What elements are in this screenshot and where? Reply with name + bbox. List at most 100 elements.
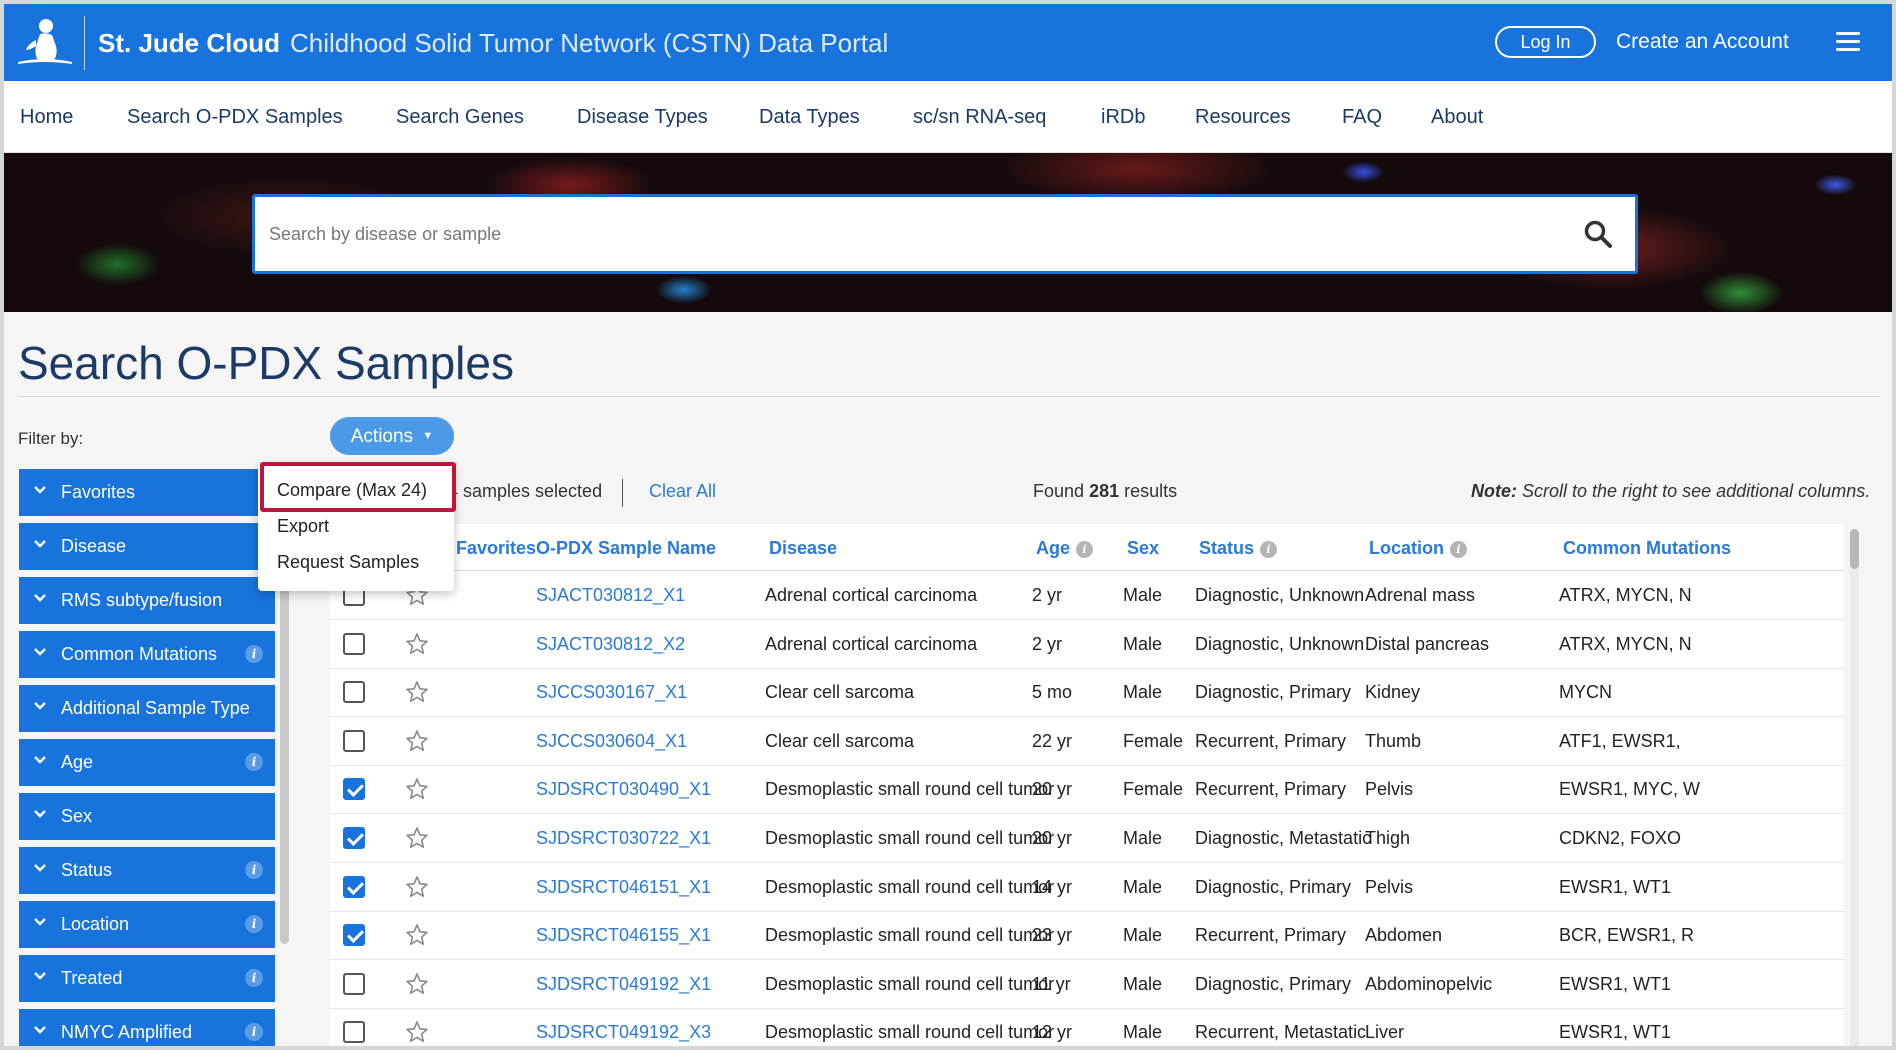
column-header-label: Sex: [1127, 538, 1160, 558]
filter-disease[interactable]: Disease: [19, 523, 275, 570]
search-icon[interactable]: [1583, 219, 1613, 249]
create-account-link[interactable]: Create an Account: [1616, 30, 1789, 54]
nav-item-home[interactable]: Home: [20, 106, 73, 129]
column-header-status[interactable]: Status i: [1199, 538, 1278, 559]
cell-mutations: EWSR1, MYC, W: [1559, 779, 1701, 800]
table-row: SJDSRCT049192_X3 Desmoplastic small round…: [330, 1008, 1844, 1046]
filter-common-mutations[interactable]: Common Mutations i: [19, 631, 275, 678]
info-icon[interactable]: i: [245, 645, 263, 663]
info-icon[interactable]: i: [245, 861, 263, 879]
row-checkbox[interactable]: [343, 972, 365, 995]
filter-location[interactable]: Location i: [19, 901, 275, 948]
cell-location: Adrenal mass: [1365, 585, 1476, 605]
filter-label: NMYC Amplified: [61, 1022, 193, 1042]
star-icon[interactable]: [404, 631, 430, 657]
filter-sex[interactable]: Sex: [19, 793, 275, 840]
cell-sex: Male: [1123, 828, 1163, 848]
scroll-note: Note: Scroll to the right to see additio…: [1471, 481, 1870, 502]
results-toolbar: 4 samples selected Clear All Found 281 r…: [330, 469, 1886, 519]
filter-rms-subtype-fusion[interactable]: RMS subtype/fusion: [19, 577, 275, 624]
star-icon[interactable]: [404, 971, 430, 997]
app-window: St. Jude Cloud Childhood Solid Tumor Net…: [4, 4, 1892, 1046]
column-header-age[interactable]: Age i: [1036, 538, 1094, 559]
row-checkbox[interactable]: [343, 681, 365, 704]
chevron-down-icon: [34, 594, 46, 602]
star-icon[interactable]: [404, 776, 430, 802]
cell-sex: Male: [1123, 925, 1163, 946]
actions-button[interactable]: Actions ▼: [330, 417, 454, 455]
cell-name[interactable]: SJACT030812_X1: [536, 585, 685, 606]
page-title: Search O-PDX Samples: [18, 337, 514, 389]
column-header-sample-name[interactable]: O-PDX Sample Name: [536, 538, 716, 559]
info-icon[interactable]: i: [245, 753, 263, 771]
star-icon[interactable]: [404, 1019, 430, 1045]
cell-name[interactable]: SJDSRCT030722_X1: [536, 828, 711, 849]
nav-item-search-opdx-samples[interactable]: Search O-PDX Samples: [127, 106, 343, 129]
info-icon[interactable]: i: [1076, 541, 1094, 558]
column-header-favorites[interactable]: Favorites: [456, 538, 536, 559]
info-icon[interactable]: i: [245, 915, 263, 933]
info-icon[interactable]: i: [245, 1023, 263, 1041]
star-icon[interactable]: [404, 825, 430, 851]
st-jude-logo[interactable]: [14, 16, 76, 68]
row-checkbox[interactable]: [343, 632, 365, 655]
star-icon[interactable]: [404, 874, 430, 900]
cell-name[interactable]: SJDSRCT046155_X1: [536, 925, 711, 946]
filter-status[interactable]: Status i: [19, 847, 275, 894]
row-checkbox[interactable]: [343, 875, 365, 898]
column-header-disease[interactable]: Disease: [769, 538, 837, 559]
cell-name[interactable]: SJACT030812_X2: [536, 634, 685, 655]
column-header-sex[interactable]: Sex: [1127, 538, 1159, 559]
nav-item-irdb[interactable]: iRDb: [1101, 106, 1145, 129]
filter-additional-sample-type[interactable]: Additional Sample Type: [19, 685, 275, 732]
chevron-down-icon: [34, 648, 46, 656]
nav-item-faq[interactable]: FAQ: [1342, 106, 1382, 129]
row-checkbox[interactable]: [343, 827, 365, 849]
clear-all-link[interactable]: Clear All: [649, 481, 716, 502]
menu-item-request-samples[interactable]: Request Samples: [277, 552, 419, 573]
search-input[interactable]: [269, 219, 1469, 249]
column-header-location[interactable]: Location i: [1369, 538, 1467, 559]
row-checkbox[interactable]: [343, 924, 365, 947]
info-icon[interactable]: i: [245, 969, 263, 987]
cell-name[interactable]: SJDSRCT049192_X1: [536, 974, 711, 995]
brand-name[interactable]: St. Jude Cloud: [98, 28, 280, 59]
table-row: SJCCS030167_X1 Clear cell sarcoma 5 mo Male…: [330, 668, 1844, 718]
cell-name[interactable]: SJDSRCT049192_X3: [536, 1022, 711, 1043]
cell-name[interactable]: SJCCS030167_X1: [536, 682, 687, 703]
row-checkbox[interactable]: [343, 778, 365, 801]
nav-item-data-types[interactable]: Data Types: [759, 106, 860, 129]
filter-treated[interactable]: Treated i: [19, 955, 275, 1002]
login-button[interactable]: Log In: [1495, 26, 1596, 58]
cell-name[interactable]: SJDSRCT046151_X1: [536, 877, 711, 898]
info-icon[interactable]: i: [1260, 541, 1278, 558]
cell-name[interactable]: SJCCS030604_X1: [536, 731, 687, 752]
filter-nmyc-amplified[interactable]: NMYC Amplified i: [19, 1009, 275, 1046]
menu-item-export[interactable]: Export: [277, 516, 329, 537]
star-icon[interactable]: [404, 922, 430, 948]
nav-item-sc-sn-rna-seq[interactable]: sc/sn RNA-seq: [913, 106, 1046, 129]
nav-item-about[interactable]: About: [1431, 106, 1483, 129]
cell-disease: Clear cell sarcoma: [765, 730, 915, 751]
filter-favorites[interactable]: Favorites: [19, 469, 275, 516]
table-scrollbar-thumb[interactable]: [1850, 529, 1859, 569]
cell-disease: Desmoplastic small round cell tumor: [765, 1022, 1055, 1043]
chevron-down-icon: [34, 756, 46, 764]
column-header-common-mutations[interactable]: Common Mutations: [1563, 538, 1731, 559]
filter-age[interactable]: Age i: [19, 739, 275, 786]
hamburger-menu-icon[interactable]: [1836, 32, 1860, 52]
samples-table: Favorites O-PDX Sample Name Disease Age i Sex…: [330, 524, 1844, 1046]
nav-item-resources[interactable]: Resources: [1195, 106, 1291, 129]
star-icon[interactable]: [404, 728, 430, 754]
info-icon[interactable]: i: [1450, 541, 1467, 558]
nav-item-disease-types[interactable]: Disease Types: [577, 106, 708, 129]
table-scrollbar-track[interactable]: [1850, 529, 1859, 1046]
cell-age: 11 yr: [1032, 973, 1071, 994]
row-checkbox[interactable]: [343, 1021, 365, 1044]
row-checkbox[interactable]: [343, 729, 365, 752]
column-header-label: Location: [1369, 538, 1444, 558]
cell-name[interactable]: SJDSRCT030490_X1: [536, 779, 711, 800]
cell-location: Pelvis: [1365, 876, 1414, 897]
star-icon[interactable]: [404, 679, 430, 705]
nav-item-search-genes[interactable]: Search Genes: [396, 106, 524, 129]
